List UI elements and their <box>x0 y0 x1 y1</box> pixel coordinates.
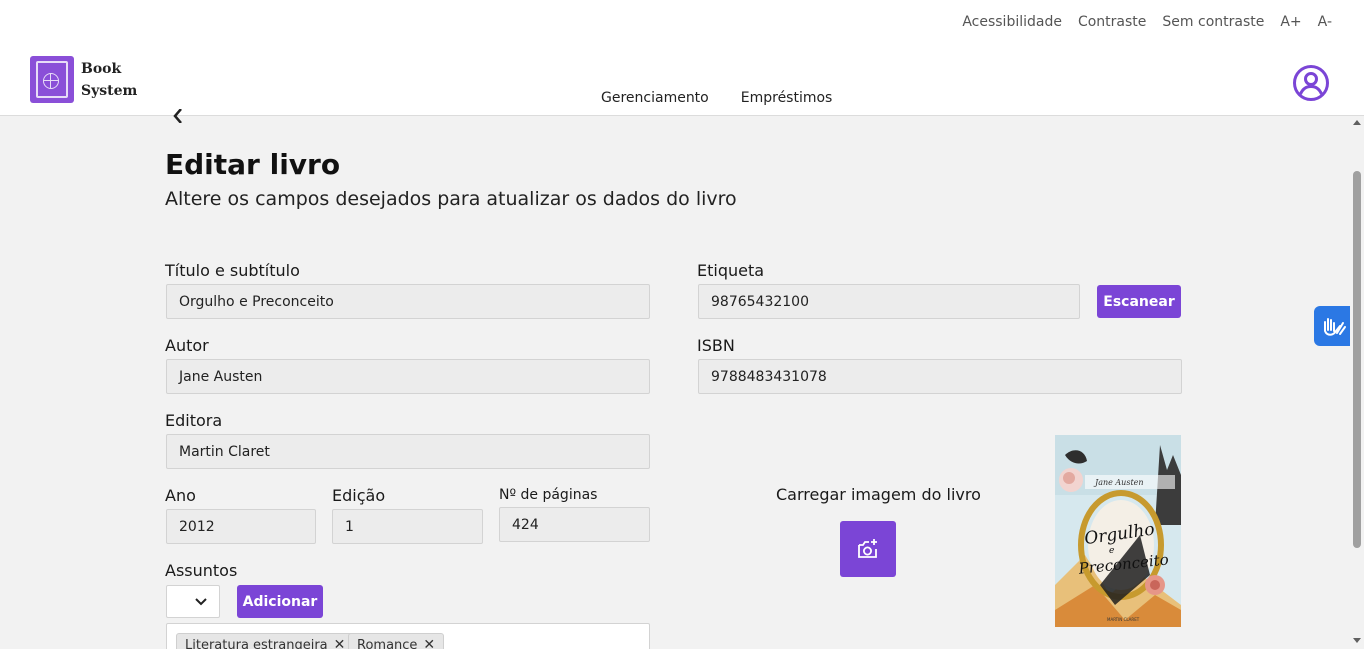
page-scrollbar[interactable] <box>1350 116 1364 649</box>
accessibility-bar: Acessibilidade Contraste Sem contraste A… <box>962 14 1332 30</box>
sign-language-hands-icon <box>1324 318 1346 336</box>
pages-label: Nº de páginas <box>499 487 598 503</box>
top-header: Acessibilidade Contraste Sem contraste A… <box>0 0 1364 116</box>
scroll-down-icon[interactable] <box>1353 638 1361 643</box>
subject-tag: Literatura estrangeira ✕ <box>176 633 355 649</box>
close-icon[interactable]: ✕ <box>423 637 435 649</box>
scroll-up-icon[interactable] <box>1353 120 1361 125</box>
title-label: Título e subtítulo <box>165 261 300 280</box>
chevron-left-icon[interactable] <box>172 109 186 123</box>
chevron-down-icon <box>195 598 207 606</box>
app-name: Book System <box>81 58 137 102</box>
publisher-input[interactable]: Martin Claret <box>166 434 650 469</box>
subject-tag-label: Romance <box>357 638 418 649</box>
edition-label: Edição <box>332 486 386 505</box>
isbn-input[interactable]: 9788483431078 <box>698 359 1182 394</box>
subject-tag: Romance ✕ <box>348 633 445 649</box>
no-contrast-link[interactable]: Sem contraste <box>1162 14 1264 30</box>
author-label: Autor <box>165 336 209 355</box>
page-title: Editar livro <box>165 148 341 181</box>
svg-text:Jane Austen: Jane Austen <box>1093 478 1144 487</box>
book-cover-image: Jane Austen Orgulho e Preconceito MARTIN… <box>1055 435 1181 627</box>
scrollbar-thumb[interactable] <box>1353 171 1361 548</box>
tag-input[interactable]: 98765432100 <box>698 284 1080 319</box>
svg-text:MARTIN CLARET: MARTIN CLARET <box>1107 617 1140 622</box>
subjects-label: Assuntos <box>165 561 238 580</box>
page-subtitle: Altere os campos desejados para atualiza… <box>165 188 737 210</box>
subjects-list: Literatura estrangeira ✕ Romance ✕ <box>166 623 650 649</box>
accessibility-link[interactable]: Acessibilidade <box>962 14 1062 30</box>
scan-button[interactable]: Escanear <box>1097 285 1181 318</box>
user-circle-icon[interactable] <box>1293 65 1329 101</box>
camera-add-icon <box>858 539 877 558</box>
book-globe-logo-icon <box>30 56 74 103</box>
font-decrease-link[interactable]: A- <box>1318 14 1332 30</box>
edition-input[interactable]: 1 <box>332 509 483 544</box>
publisher-label: Editora <box>165 411 223 430</box>
app-logo[interactable]: Book System <box>30 56 137 103</box>
upload-image-label: Carregar imagem do livro <box>776 485 981 504</box>
contrast-link[interactable]: Contraste <box>1078 14 1146 30</box>
svg-text:e: e <box>1109 546 1114 556</box>
close-icon[interactable]: ✕ <box>334 637 346 649</box>
font-increase-link[interactable]: A+ <box>1280 14 1301 30</box>
year-label: Ano <box>165 486 196 505</box>
author-input[interactable]: Jane Austen <box>166 359 650 394</box>
nav-item-management[interactable]: Gerenciamento <box>601 90 709 106</box>
app-name-line1: Book <box>81 60 122 77</box>
tag-label: Etiqueta <box>697 261 765 280</box>
app-name-line2: System <box>81 82 138 99</box>
isbn-label: ISBN <box>697 336 735 355</box>
year-input[interactable]: 2012 <box>166 509 316 544</box>
add-subject-button[interactable]: Adicionar <box>237 585 323 618</box>
subject-select[interactable] <box>166 585 220 618</box>
pages-input[interactable]: 424 <box>499 507 650 542</box>
nav-item-loans[interactable]: Empréstimos <box>741 90 833 106</box>
vlibras-widget[interactable] <box>1314 306 1354 346</box>
subject-tag-label: Literatura estrangeira <box>185 638 328 649</box>
title-input[interactable]: Orgulho e Preconceito <box>166 284 650 319</box>
main-nav: Gerenciamento Empréstimos <box>601 90 832 106</box>
upload-image-button[interactable] <box>840 521 896 577</box>
